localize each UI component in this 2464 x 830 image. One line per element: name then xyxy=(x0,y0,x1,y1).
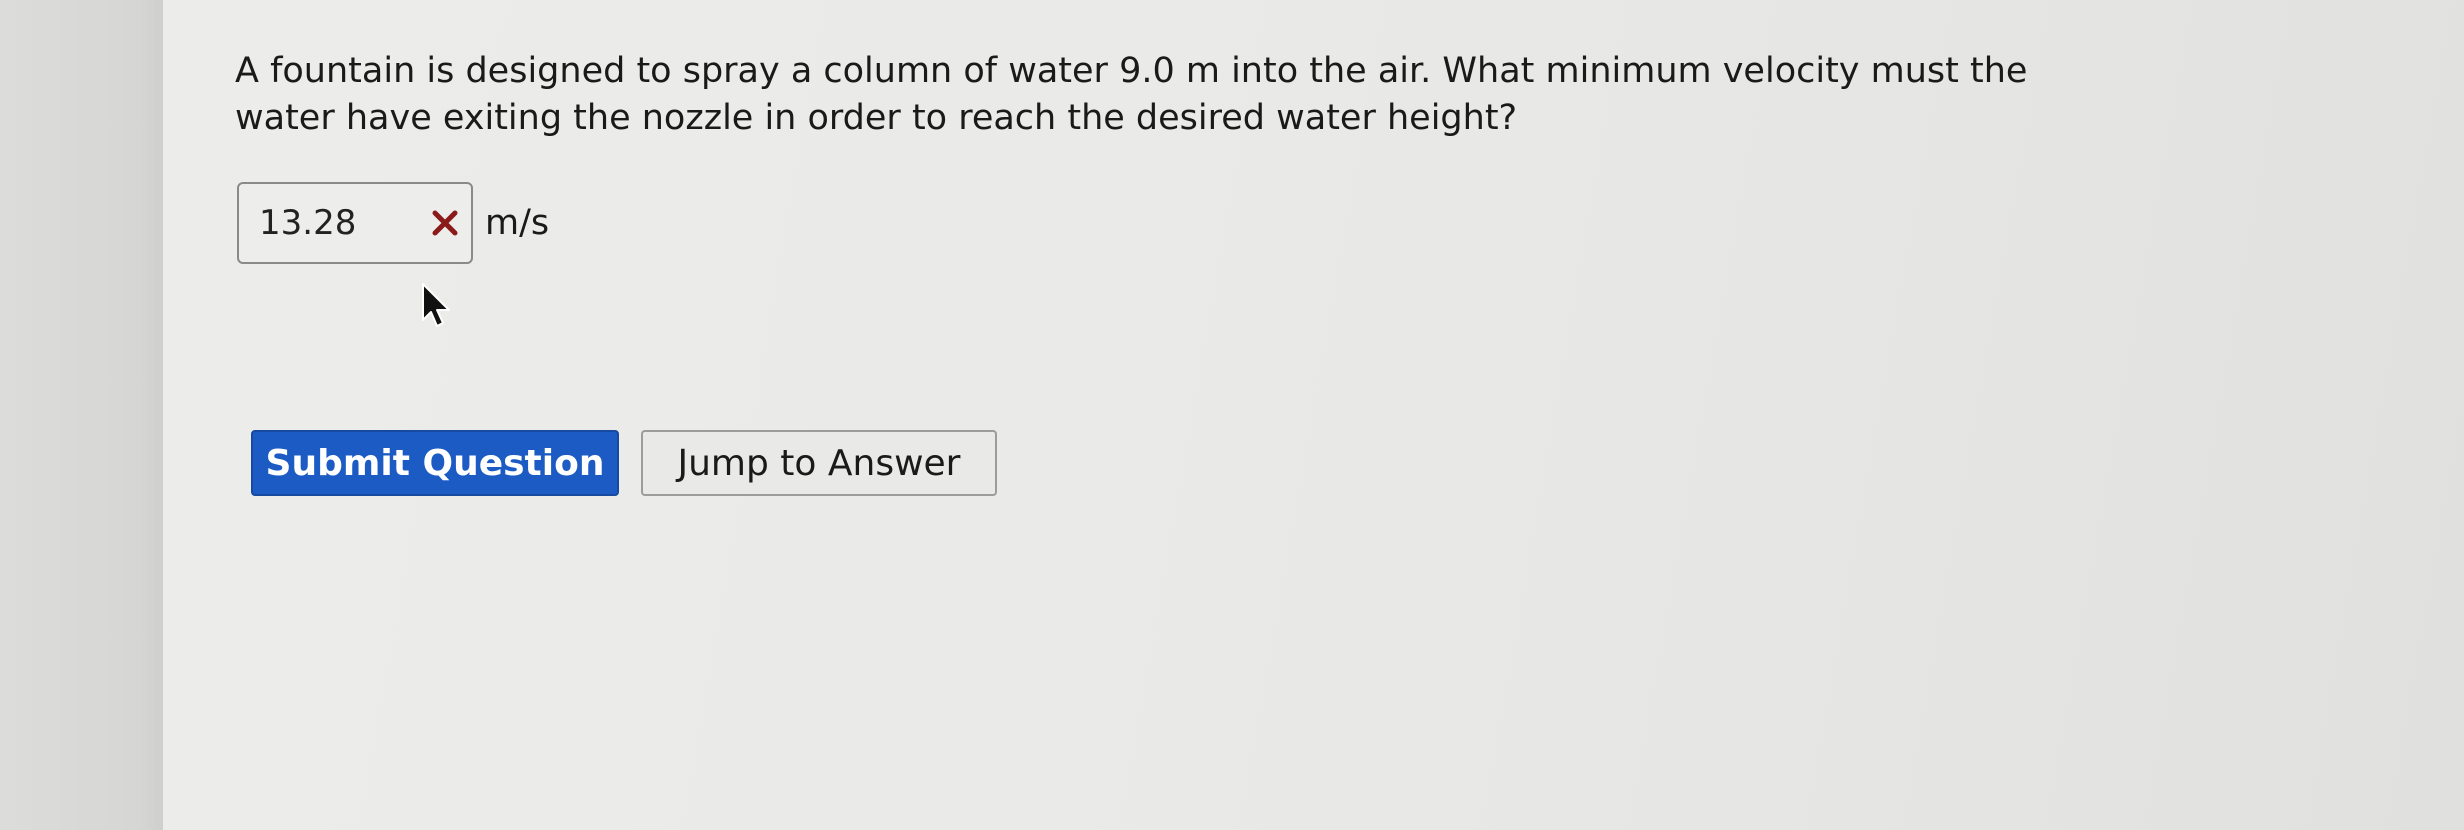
action-buttons: Submit Question Jump to Answer xyxy=(251,430,997,496)
incorrect-x-icon xyxy=(429,207,461,239)
jump-to-answer-button[interactable]: Jump to Answer xyxy=(641,430,997,496)
answer-row: 13.28 m/s xyxy=(237,182,549,264)
question-panel: A fountain is designed to spray a column… xyxy=(162,0,2464,830)
unit-label: m/s xyxy=(485,203,550,243)
answer-input[interactable]: 13.28 xyxy=(237,182,473,264)
question-line-2: water have exiting the nozzle in order t… xyxy=(235,98,1518,138)
question-line-1: A fountain is designed to spray a column… xyxy=(235,51,2028,91)
answer-value: 13.28 xyxy=(259,203,357,243)
question-text: A fountain is designed to spray a column… xyxy=(235,48,2235,142)
mouse-pointer-icon xyxy=(419,282,455,332)
left-gutter xyxy=(0,0,162,830)
submit-question-button[interactable]: Submit Question xyxy=(251,430,619,496)
